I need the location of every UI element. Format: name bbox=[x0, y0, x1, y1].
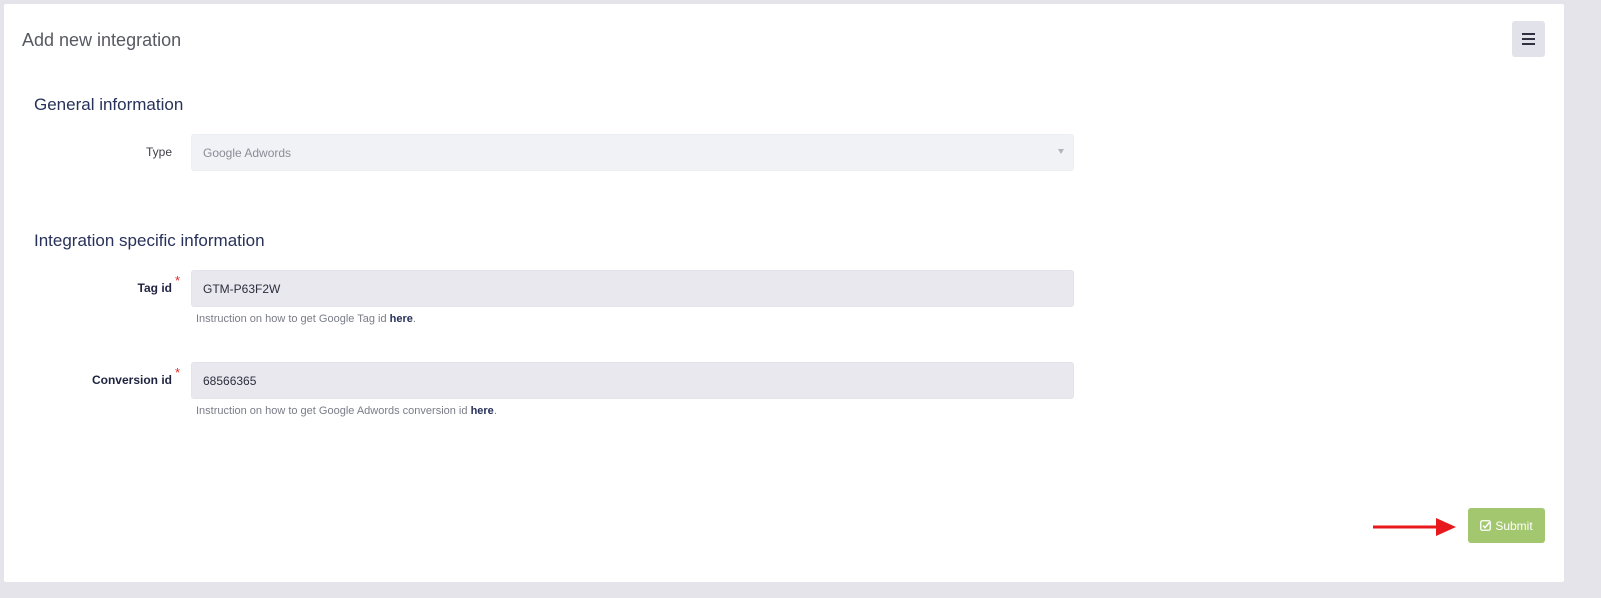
type-label: Type bbox=[145, 145, 172, 159]
general-section-title: General information bbox=[34, 95, 184, 114]
conversion-id-value: 68566365 bbox=[203, 373, 257, 388]
page-title: Add new integration bbox=[22, 30, 182, 50]
type-select-value: Google Adwords bbox=[203, 145, 292, 160]
type-select[interactable]: Google Adwords bbox=[191, 134, 1074, 171]
conversion-id-help-link[interactable]: here bbox=[471, 405, 494, 417]
conversion-id-help-end: . bbox=[493, 405, 497, 417]
red-arrow-icon bbox=[1373, 518, 1456, 536]
submit-label: Submit bbox=[1495, 518, 1533, 533]
menu-button[interactable] bbox=[1512, 21, 1545, 57]
tag-id-label: Tag id bbox=[137, 281, 172, 295]
tag-id-help-text: Instruction on how to get Google Tag id bbox=[196, 313, 390, 325]
tag-id-value: GTM-P63F2W bbox=[203, 281, 281, 296]
tag-id-help-link[interactable]: here bbox=[390, 313, 413, 325]
required-marker: * bbox=[175, 273, 181, 288]
hamburger-menu-icon bbox=[1522, 33, 1535, 45]
caret-down-icon bbox=[1058, 149, 1064, 154]
tag-id-input[interactable]: GTM-P63F2W bbox=[191, 270, 1074, 307]
conversion-id-help-text: Instruction on how to get Google Adwords… bbox=[196, 405, 471, 417]
check-square-icon bbox=[1480, 520, 1492, 531]
submit-button[interactable]: Submit bbox=[1468, 508, 1545, 543]
specific-section-title: Integration specific information bbox=[34, 231, 265, 250]
required-marker: * bbox=[175, 365, 181, 380]
integration-panel: Add new integration General information … bbox=[4, 4, 1564, 582]
conversion-id-label: Conversion id bbox=[91, 373, 172, 387]
tag-id-help: Instruction on how to get Google Tag id … bbox=[196, 313, 416, 325]
conversion-id-input[interactable]: 68566365 bbox=[191, 362, 1074, 399]
conversion-id-help: Instruction on how to get Google Adwords… bbox=[196, 405, 497, 417]
tag-id-help-end: . bbox=[412, 313, 416, 325]
